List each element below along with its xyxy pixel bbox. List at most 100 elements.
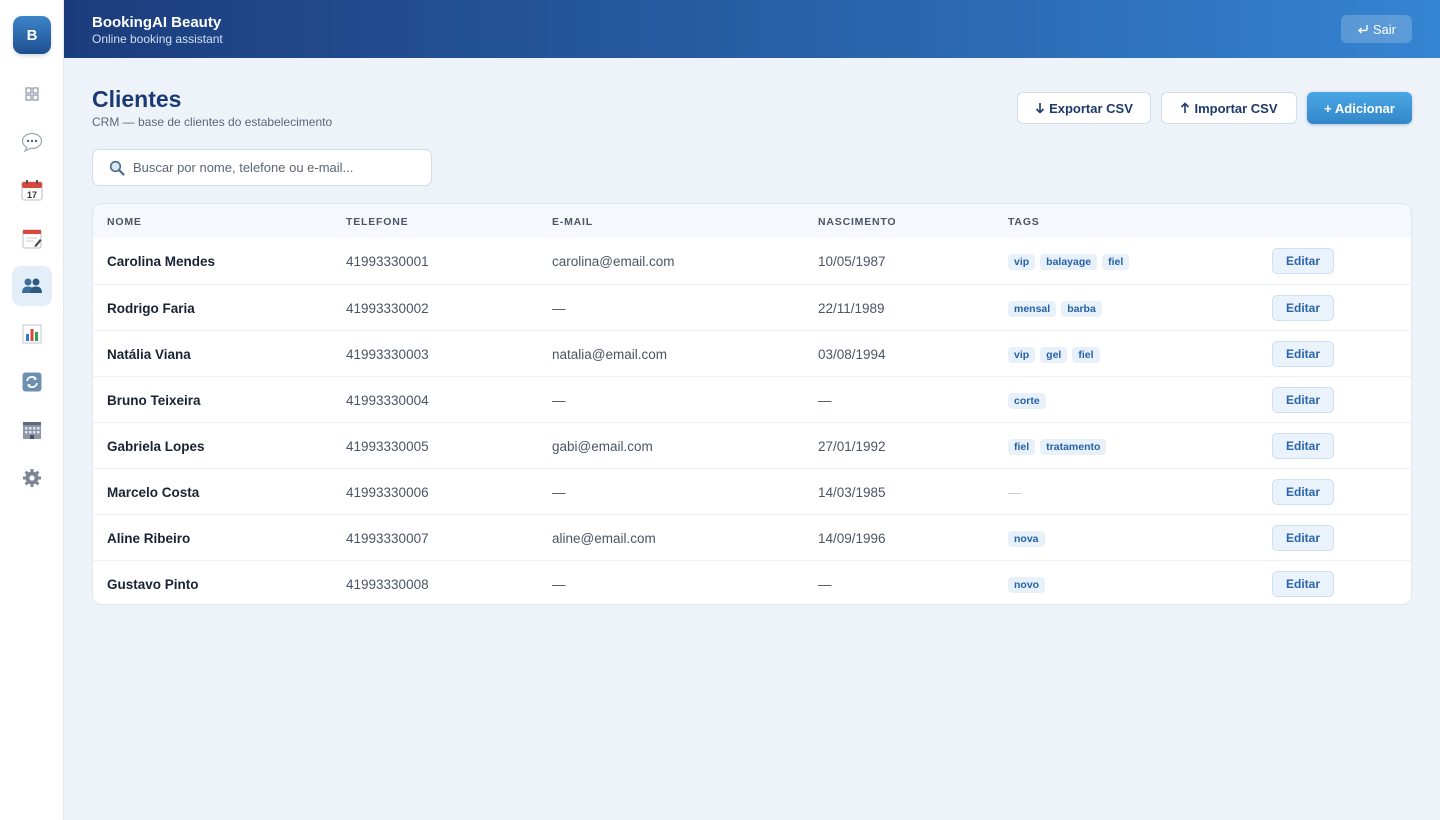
nav-establishment[interactable] bbox=[12, 410, 52, 450]
nav-settings[interactable] bbox=[12, 458, 52, 498]
client-email: — bbox=[552, 485, 566, 500]
client-phone: 41993330008 bbox=[346, 577, 429, 592]
client-email: — bbox=[552, 301, 566, 316]
table-row: Gustavo Pinto 41993330008 — — novo Editar bbox=[93, 560, 1411, 604]
nav-clients[interactable] bbox=[12, 266, 52, 306]
import-csv-label: Importar CSV bbox=[1194, 100, 1278, 116]
add-client-button[interactable]: + Adicionar bbox=[1307, 92, 1412, 124]
search-box bbox=[92, 149, 432, 186]
client-birthdate: 22/11/1989 bbox=[818, 301, 885, 316]
nav-sync[interactable] bbox=[12, 362, 52, 402]
nav-notes[interactable] bbox=[12, 218, 52, 258]
tag-badge: nova bbox=[1008, 531, 1045, 547]
table-row: Natália Viana 41993330003 natalia@email.co… bbox=[93, 330, 1411, 376]
table-header: NOME TELEFONE E-MAIL NASCIMENTO TAGS bbox=[93, 204, 1411, 238]
import-csv-button[interactable]: Importar CSV bbox=[1161, 92, 1297, 124]
building-icon bbox=[23, 422, 41, 439]
export-csv-label: Exportar CSV bbox=[1049, 100, 1133, 116]
edit-client-button[interactable]: Editar bbox=[1272, 433, 1334, 459]
client-tags: fiel tratamento bbox=[1008, 439, 1107, 455]
page-subtitle: CRM — base de clientes do estabeleciment… bbox=[92, 115, 333, 129]
app-logo[interactable]: B bbox=[13, 16, 51, 54]
logout-button[interactable]: Sair bbox=[1340, 15, 1412, 43]
client-tags: vip gel fiel bbox=[1008, 347, 1100, 363]
tag-badge: fiel bbox=[1008, 439, 1036, 455]
tag-badge: gel bbox=[1040, 347, 1068, 363]
edit-client-button[interactable]: Editar bbox=[1272, 525, 1334, 551]
client-email: gabi@email.com bbox=[552, 439, 653, 454]
settings-icon bbox=[23, 469, 41, 487]
search-input[interactable] bbox=[133, 160, 423, 175]
client-birthdate: 14/09/1996 bbox=[818, 531, 886, 546]
client-name: Rodrigo Faria bbox=[107, 301, 195, 316]
client-birthdate: 03/08/1994 bbox=[818, 347, 886, 362]
edit-client-button[interactable]: Editar bbox=[1272, 387, 1334, 413]
client-tags: — bbox=[1008, 485, 1021, 500]
edit-client-button[interactable]: Editar bbox=[1272, 571, 1334, 597]
client-phone: 41993330007 bbox=[346, 531, 429, 546]
clients-icon bbox=[22, 278, 42, 293]
table-row: Marcelo Costa 41993330006 — 14/03/1985 — Edit… bbox=[93, 468, 1411, 514]
chart-icon bbox=[22, 324, 42, 344]
tag-badge: fiel bbox=[1102, 254, 1130, 270]
client-email: carolina@email.com bbox=[552, 254, 675, 269]
arrow-up-icon bbox=[1181, 102, 1190, 113]
tag-badge: barba bbox=[1061, 301, 1102, 317]
nav-calendar[interactable]: 17 bbox=[12, 170, 52, 210]
calendar-icon: 17 bbox=[21, 180, 43, 201]
sync-icon bbox=[22, 372, 42, 392]
logout-label: Sair bbox=[1372, 21, 1396, 37]
page-title: Clientes bbox=[92, 86, 182, 112]
client-birthdate: — bbox=[818, 393, 832, 408]
client-birthdate: 14/03/1985 bbox=[818, 485, 886, 500]
tag-badge: fiel bbox=[1072, 347, 1100, 363]
edit-client-button[interactable]: Editar bbox=[1272, 295, 1334, 321]
table-row: Bruno Teixeira 41993330004 — — corte Editar bbox=[93, 376, 1411, 422]
tag-badge: novo bbox=[1008, 577, 1046, 593]
client-phone: 41993330006 bbox=[346, 485, 429, 500]
column-header-tags: TAGS bbox=[1008, 216, 1040, 228]
client-name: Carolina Mendes bbox=[107, 254, 216, 269]
client-phone: 41993330001 bbox=[346, 254, 429, 269]
tag-badge: vip bbox=[1008, 254, 1036, 270]
tag-badge: vip bbox=[1008, 347, 1036, 363]
table-row: Aline Ribeiro 41993330007 aline@email.com 1… bbox=[93, 514, 1411, 560]
tag-badge: corte bbox=[1008, 393, 1046, 409]
nav-dashboard[interactable] bbox=[12, 74, 52, 114]
arrow-down-icon bbox=[1036, 103, 1045, 114]
client-phone: 41993330003 bbox=[346, 347, 429, 362]
column-header-phone: TELEFONE bbox=[346, 216, 409, 228]
sidebar: B 17 bbox=[0, 0, 64, 820]
app-title: BookingAI Beauty bbox=[92, 14, 222, 31]
edit-client-button[interactable]: Editar bbox=[1272, 248, 1334, 274]
client-name: Gustavo Pinto bbox=[107, 577, 199, 592]
edit-client-button[interactable]: Editar bbox=[1272, 479, 1334, 505]
client-birthdate: — bbox=[818, 577, 832, 592]
client-name: Bruno Teixeira bbox=[107, 393, 201, 408]
app-subtitle: Online booking assistant bbox=[92, 32, 223, 46]
return-icon bbox=[1357, 25, 1368, 34]
tag-badge: tratamento bbox=[1040, 439, 1107, 455]
chat-icon bbox=[21, 132, 43, 152]
export-csv-button[interactable]: Exportar CSV bbox=[1017, 92, 1151, 124]
top-bar: BookingAI Beauty Online booking assistan… bbox=[64, 0, 1440, 58]
client-tags: mensal barba bbox=[1008, 301, 1102, 317]
client-tags: corte bbox=[1008, 393, 1046, 409]
client-phone: 41993330002 bbox=[346, 301, 429, 316]
client-name: Natália Viana bbox=[107, 347, 191, 362]
client-email: aline@email.com bbox=[552, 531, 656, 546]
no-tags: — bbox=[1008, 485, 1021, 500]
client-phone: 41993330004 bbox=[346, 393, 429, 408]
nav-reports[interactable] bbox=[12, 314, 52, 354]
client-email: natalia@email.com bbox=[552, 347, 668, 362]
nav-chat[interactable] bbox=[12, 122, 52, 162]
svg-text:17: 17 bbox=[27, 190, 37, 200]
client-birthdate: 10/05/1987 bbox=[818, 254, 886, 269]
edit-client-button[interactable]: Editar bbox=[1272, 341, 1334, 367]
tag-badge: mensal bbox=[1008, 301, 1057, 317]
client-tags: vip balayage fiel bbox=[1008, 254, 1130, 270]
column-header-name: NOME bbox=[107, 216, 142, 228]
clients-table: NOME TELEFONE E-MAIL NASCIMENTO TAGS Car… bbox=[92, 203, 1412, 605]
dashboard-icon bbox=[25, 87, 39, 101]
client-email: — bbox=[552, 393, 566, 408]
